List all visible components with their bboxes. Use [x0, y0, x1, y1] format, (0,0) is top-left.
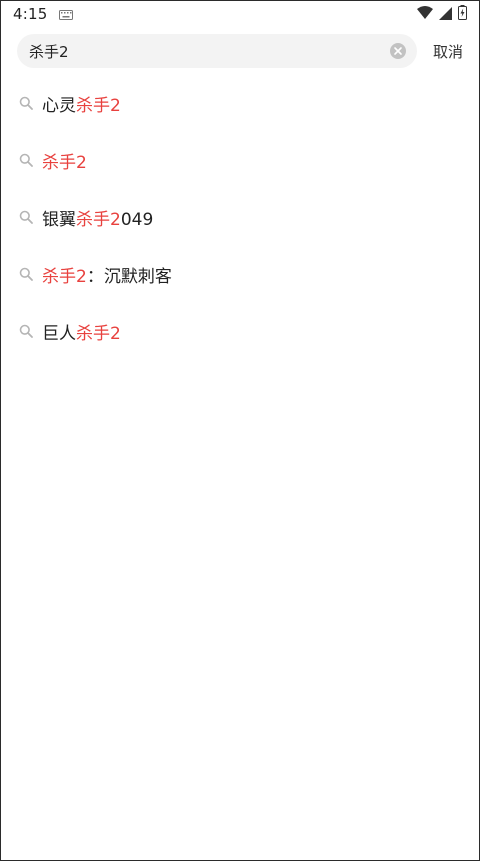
search-icon [19, 96, 33, 110]
keyboard-icon [59, 5, 74, 24]
suggestion-suffix: ：沉默刺客 [86, 267, 172, 287]
suggestion-item[interactable]: 杀手2 [1, 132, 479, 189]
suggestion-match: 杀手2 [76, 210, 121, 230]
suggestion-text: 心灵杀手2 [42, 91, 121, 116]
wifi-icon [417, 5, 433, 24]
status-right [417, 4, 467, 24]
search-icon [19, 210, 33, 224]
suggestion-match: 杀手2 [76, 324, 121, 344]
search-row: 取消 [17, 33, 467, 69]
suggestion-suffix: 049 [120, 210, 154, 230]
suggestion-prefix: 银翼 [42, 210, 76, 230]
search-icon [19, 153, 33, 167]
suggestion-match: 杀手2 [42, 267, 87, 287]
suggestion-text: 杀手2：沉默刺客 [42, 262, 172, 287]
suggestion-prefix: 巨人 [42, 324, 76, 344]
cancel-button[interactable]: 取消 [433, 41, 463, 62]
suggestion-text: 巨人杀手2 [42, 319, 121, 344]
suggestion-text: 杀手2 [42, 148, 87, 173]
suggestion-item[interactable]: 银翼杀手2049 [1, 189, 479, 246]
search-box[interactable] [17, 34, 417, 68]
status-time: 4:15 [13, 5, 48, 23]
suggestion-text: 银翼杀手2049 [42, 205, 153, 230]
suggestion-item[interactable]: 巨人杀手2 [1, 303, 479, 360]
suggestion-match: 杀手2 [76, 96, 121, 116]
suggestion-item[interactable]: 心灵杀手2 [1, 75, 479, 132]
clear-icon[interactable] [389, 42, 407, 60]
search-icon [19, 324, 33, 338]
suggestion-item[interactable]: 杀手2：沉默刺客 [1, 246, 479, 303]
suggestion-prefix: 心灵 [42, 96, 76, 116]
signal-icon [439, 5, 452, 24]
battery-icon [458, 4, 467, 24]
suggestion-list: 心灵杀手2 杀手2 银翼杀手2049 杀手2：沉默刺客 巨人杀手2 [1, 75, 479, 360]
status-left: 4:15 [13, 5, 74, 24]
suggestion-match: 杀手2 [42, 153, 87, 173]
status-bar: 4:15 [1, 1, 479, 27]
search-input[interactable] [29, 42, 389, 60]
search-icon [19, 267, 33, 281]
